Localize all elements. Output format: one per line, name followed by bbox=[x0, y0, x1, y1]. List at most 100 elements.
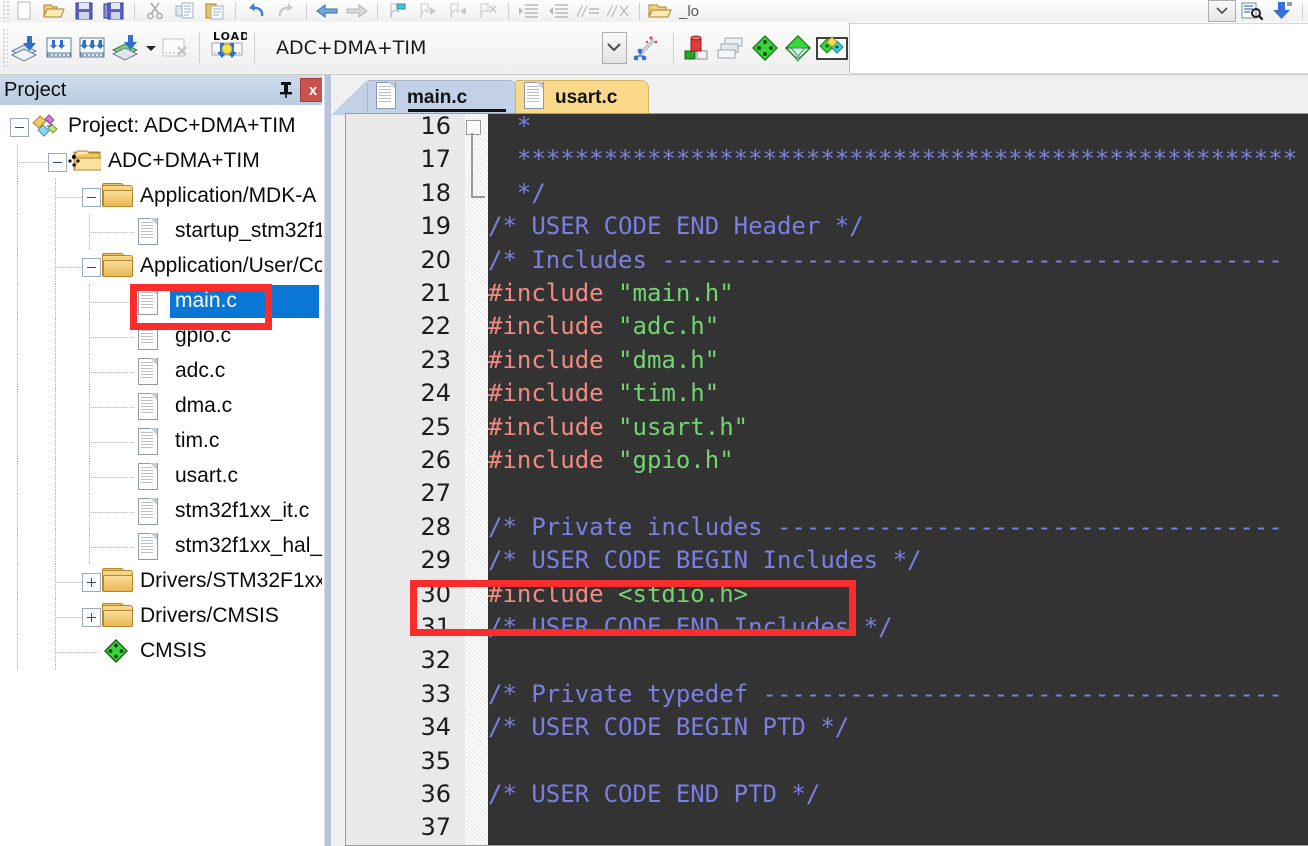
build-toolbar: LOAD ADC+DMA+TIM bbox=[0, 22, 1308, 75]
code-folding-margin[interactable] bbox=[465, 114, 488, 845]
expand-icon[interactable] bbox=[82, 573, 101, 592]
tree-node-stm32f1xx-it-c[interactable]: stm32f1xx_it.c bbox=[0, 494, 322, 529]
line-number: 19 bbox=[420, 212, 451, 241]
translate-button[interactable] bbox=[8, 28, 42, 68]
tree-node-target[interactable]: ADC+DMA+TIM bbox=[0, 144, 322, 179]
code-token: "gpio.h" bbox=[618, 446, 734, 474]
tree-node-application-user-core[interactable]: Application/User/Co bbox=[0, 249, 322, 284]
target-options-icon[interactable] bbox=[627, 28, 666, 68]
tree-node-label: startup_stm32f1 bbox=[175, 219, 323, 242]
collapse-icon[interactable] bbox=[48, 153, 67, 172]
project-pane-title: Project bbox=[4, 78, 67, 101]
collapse-icon[interactable] bbox=[82, 188, 101, 207]
tree-node-tim-c[interactable]: tim.c bbox=[0, 424, 322, 459]
build-button[interactable] bbox=[42, 28, 76, 68]
file-icon bbox=[524, 82, 547, 114]
keil-uvision-window: // // _lo LOAD ADC+DMA+TIM Project x Pro… bbox=[0, 0, 1308, 846]
pin-icon[interactable] bbox=[275, 79, 297, 101]
line-number: 35 bbox=[420, 746, 451, 775]
code-token: "dma.h" bbox=[618, 345, 720, 374]
code-token: #include bbox=[488, 446, 619, 474]
find-in-files-icon[interactable] bbox=[1237, 0, 1267, 22]
multi-project-icon[interactable] bbox=[714, 28, 748, 68]
combo-dropdown-icon[interactable] bbox=[1207, 0, 1237, 22]
tree-node-label: Drivers/CMSIS bbox=[140, 604, 279, 627]
new-file-icon[interactable] bbox=[9, 0, 39, 22]
tab-leading-skew bbox=[331, 80, 367, 115]
tree-node-cmsis[interactable]: CMSIS bbox=[0, 634, 322, 669]
line-number: 27 bbox=[420, 479, 451, 508]
save-icon[interactable] bbox=[69, 0, 99, 22]
download-icon[interactable] bbox=[1267, 0, 1297, 22]
manage-project-items-icon[interactable] bbox=[681, 28, 715, 68]
editor-tab-bar: main.c usart.c bbox=[331, 75, 1308, 115]
pane-splitter[interactable] bbox=[322, 75, 332, 846]
svg-text:LOAD: LOAD bbox=[213, 30, 247, 43]
toolbar-separator bbox=[377, 2, 378, 20]
bookmark-clear-icon[interactable] bbox=[473, 0, 503, 22]
expand-icon[interactable] bbox=[82, 608, 101, 627]
tree-node-application-mdk[interactable]: Application/MDK-A bbox=[0, 179, 322, 214]
line-number: 25 bbox=[420, 412, 451, 441]
code-token: "usart.h" bbox=[618, 412, 749, 441]
redo-icon[interactable] bbox=[271, 0, 301, 22]
editor-tab-main-c[interactable]: main.c bbox=[367, 80, 517, 115]
outdent-icon[interactable] bbox=[544, 0, 574, 22]
download-to-flash-button[interactable]: LOAD bbox=[207, 28, 247, 68]
paste-icon[interactable] bbox=[200, 0, 230, 22]
code-token: /* USER CODE END Header */ bbox=[488, 212, 864, 241]
project-tree[interactable]: Project: ADC+DMA+TIM ADC+DMA+TIM Applicati… bbox=[0, 107, 323, 846]
file-icon bbox=[138, 533, 161, 560]
manage-runtime-env-icon[interactable] bbox=[781, 28, 815, 68]
code-editor[interactable]: 16 17 18 19 20 21 22 23 24 25 26 27 28 29 30 31 32 33 34 35… bbox=[345, 113, 1308, 846]
comment-icon[interactable]: // bbox=[574, 0, 604, 22]
tree-node-startup-stm32f1[interactable]: startup_stm32f1 bbox=[0, 214, 322, 249]
bookmark-toggle-icon[interactable] bbox=[383, 0, 413, 22]
open-file-icon[interactable] bbox=[39, 0, 69, 22]
editor-tab-usart-c[interactable]: usart.c bbox=[515, 80, 649, 115]
target-selector-dropdown-icon[interactable] bbox=[601, 31, 627, 64]
cut-icon[interactable] bbox=[140, 0, 170, 22]
tree-node-adc-c[interactable]: adc.c bbox=[0, 354, 322, 389]
batch-build-dropdown[interactable] bbox=[143, 28, 159, 68]
toolbar-gripper[interactable] bbox=[1, 0, 9, 22]
uncomment-icon[interactable]: // bbox=[604, 0, 634, 22]
tree-node-dma-c[interactable]: dma.c bbox=[0, 389, 322, 424]
tree-node-drivers-cmsis[interactable]: Drivers/CMSIS bbox=[0, 599, 322, 634]
editor-tab-label: main.c bbox=[407, 87, 468, 108]
highlight-rect-stdio-include bbox=[410, 580, 856, 636]
line-number: 32 bbox=[420, 646, 451, 675]
bookmark-prev-icon[interactable] bbox=[413, 0, 443, 22]
tree-node-usart-c[interactable]: usart.c bbox=[0, 459, 322, 494]
editor-panel: main.c usart.c 16 17 18 19 20 21 22 23 24 25 26 27 28… bbox=[331, 75, 1308, 846]
project-pane: Project x Project: ADC+DMA+TIM ADC+DMA+TI… bbox=[0, 75, 330, 846]
tree-node-project[interactable]: Project: ADC+DMA+TIM bbox=[0, 109, 322, 144]
folder-icon bbox=[102, 183, 133, 207]
target-selector[interactable]: ADC+DMA+TIM bbox=[266, 31, 436, 65]
stop-build-button[interactable] bbox=[159, 28, 193, 68]
batch-build-button[interactable] bbox=[109, 28, 143, 68]
build-toolbar-gripper[interactable] bbox=[1, 27, 9, 68]
navigate-forward-icon[interactable] bbox=[342, 0, 372, 22]
line-number: 34 bbox=[420, 713, 451, 742]
tree-node-drivers-stm32f1xx[interactable]: Drivers/STM32F1xx_ bbox=[0, 564, 322, 599]
line-number: 20 bbox=[420, 245, 451, 274]
undo-icon[interactable] bbox=[241, 0, 271, 22]
code-line: #include "tim.h" bbox=[488, 377, 719, 410]
indent-icon[interactable] bbox=[514, 0, 544, 22]
code-text-area[interactable]: * **************************************… bbox=[488, 114, 1308, 845]
pack-installer-icon[interactable] bbox=[748, 28, 782, 68]
bookmark-next-icon[interactable] bbox=[443, 0, 473, 22]
rebuild-button[interactable] bbox=[75, 28, 109, 68]
pack-manager-icon[interactable] bbox=[815, 28, 849, 68]
save-all-icon[interactable] bbox=[99, 0, 129, 22]
code-line: /* Private typedef ---------------------… bbox=[488, 678, 1283, 711]
toolbar-separator bbox=[639, 2, 640, 20]
collapse-icon[interactable] bbox=[10, 118, 29, 137]
copy-icon[interactable] bbox=[170, 0, 200, 22]
file-icon bbox=[138, 393, 161, 420]
navigate-back-icon[interactable] bbox=[312, 0, 342, 22]
tree-node-stm32f1xx-hal-msp-c[interactable]: stm32f1xx_hal_r bbox=[0, 529, 322, 564]
collapse-icon[interactable] bbox=[82, 258, 101, 277]
open-folder-icon[interactable] bbox=[645, 0, 675, 22]
